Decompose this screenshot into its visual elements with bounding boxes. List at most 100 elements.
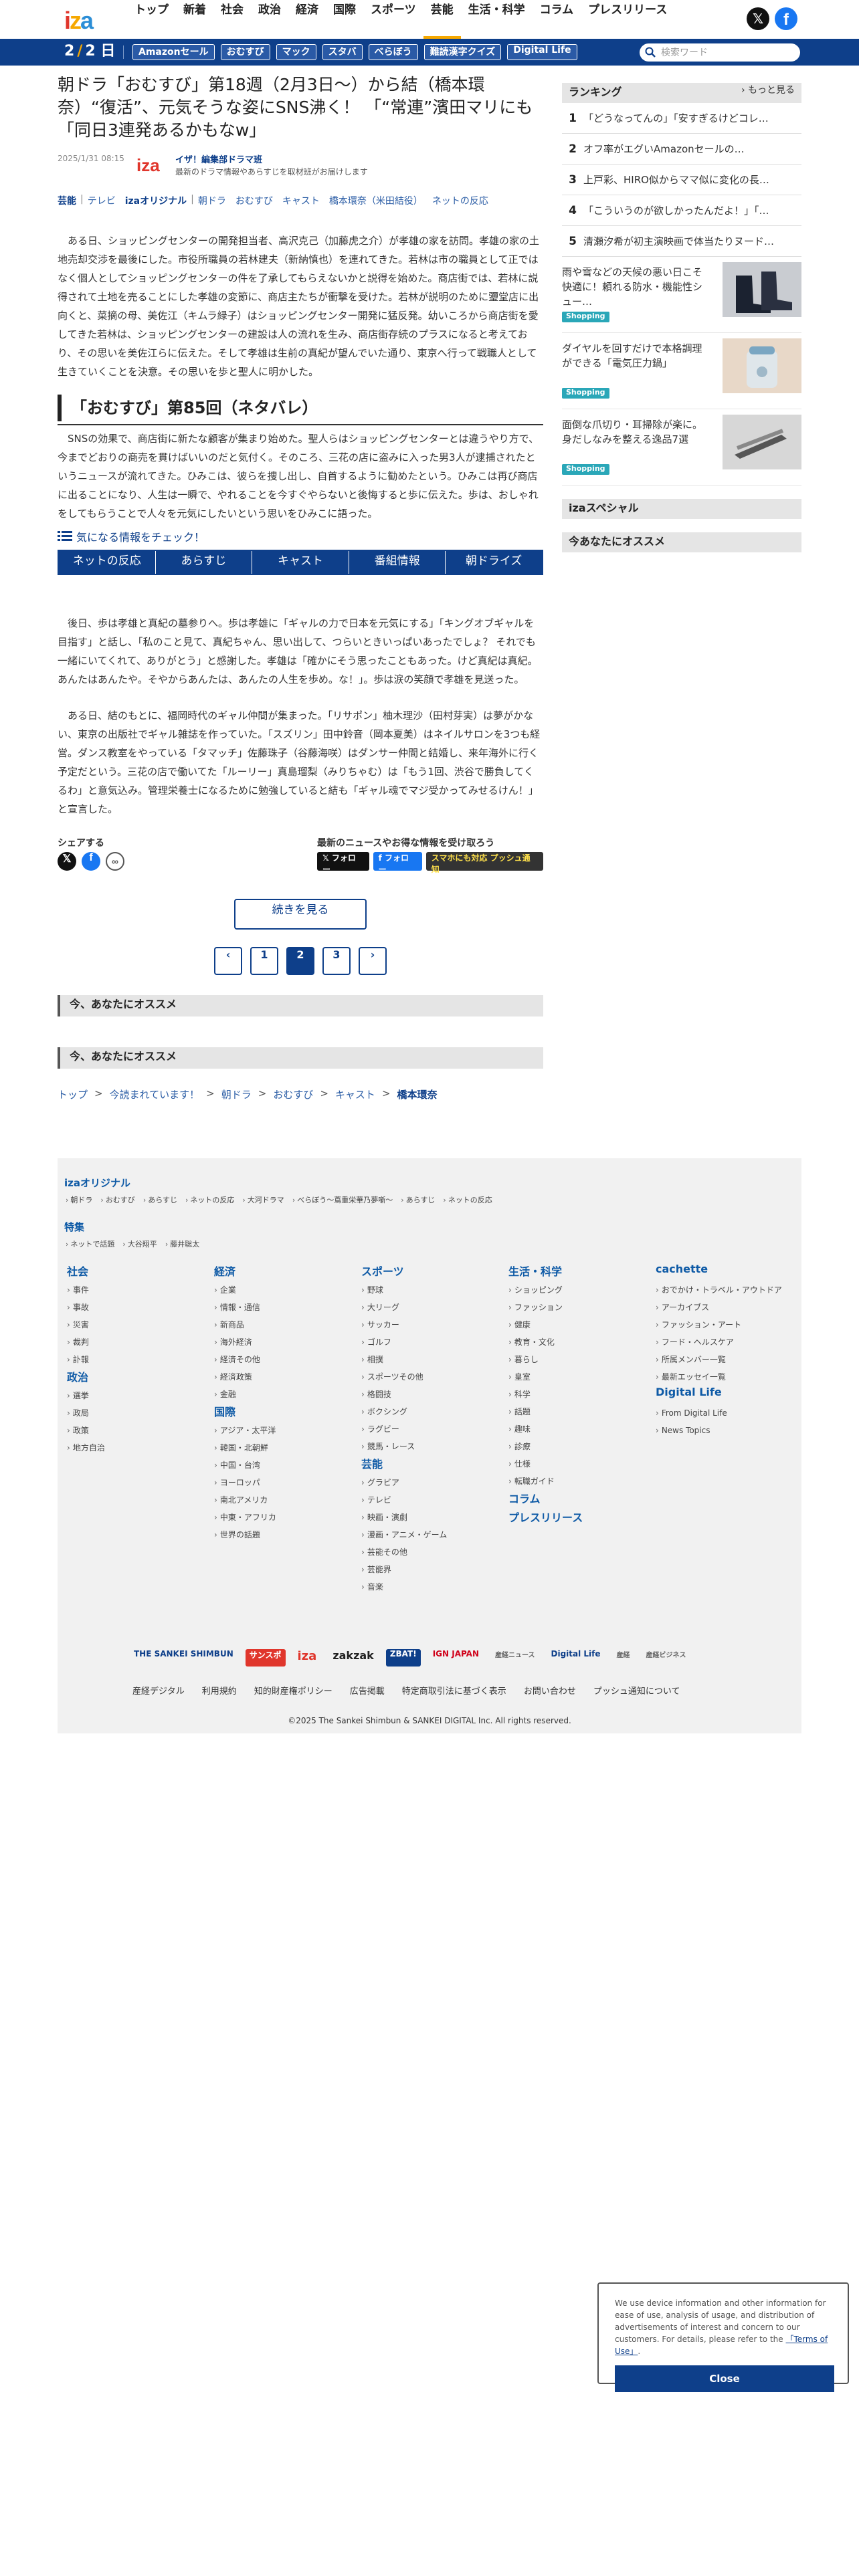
footer-item[interactable]: 政策 xyxy=(67,1422,207,1439)
tab-synopsis[interactable]: あらすじ xyxy=(156,551,253,574)
footer-iza-original-title[interactable]: izaオリジナル xyxy=(64,1176,130,1190)
footer-link[interactable]: ネットで話題 xyxy=(66,1239,114,1249)
breadcrumb-cast[interactable]: キャスト xyxy=(335,1087,375,1101)
page-2-current[interactable]: 2 xyxy=(286,947,314,975)
footer-item[interactable]: 音楽 xyxy=(361,1578,502,1596)
brand-sankei-news[interactable]: 産経ニュース xyxy=(491,1649,539,1667)
legal-link[interactable]: プッシュ通知について xyxy=(593,1684,680,1697)
footer-item[interactable]: テレビ xyxy=(361,1491,502,1509)
brand-ign-japan[interactable]: IGN JAPAN xyxy=(429,1649,483,1667)
footer-item[interactable]: 南北アメリカ xyxy=(214,1491,355,1509)
footer-item[interactable]: From Digital Life xyxy=(656,1404,796,1422)
nav-sports[interactable]: スポーツ xyxy=(363,0,423,39)
footer-item[interactable]: ボクシング xyxy=(361,1403,502,1420)
nav-life-science[interactable]: 生活・科学 xyxy=(461,0,533,39)
push-notification-button[interactable]: スマホにも対応 プッシュ通知 xyxy=(425,852,543,874)
footer-item[interactable]: 災害 xyxy=(67,1316,207,1333)
nav-press-release[interactable]: プレスリリース xyxy=(581,0,674,39)
legal-link[interactable]: 広告掲載 xyxy=(350,1684,385,1697)
promo-item[interactable]: ダイヤルを回すだけで本格調理ができる「電気圧力鍋」 Shopping xyxy=(562,333,801,409)
page-1[interactable]: 1 xyxy=(250,947,278,975)
nav-column[interactable]: コラム xyxy=(533,0,581,39)
author-name[interactable]: イザ！編集部ドラマ班 xyxy=(175,152,262,165)
share-x-icon[interactable]: 𝕏 xyxy=(58,852,76,871)
breadcrumb-omusubi[interactable]: おむすび xyxy=(273,1087,313,1101)
promo-item[interactable]: 面倒な爪切り・耳掃除が楽に。身だしなみを整える逸品7選 Shopping xyxy=(562,409,801,486)
follow-facebook-button[interactable]: f フォロー xyxy=(373,852,422,874)
search-input[interactable] xyxy=(661,45,795,60)
search-icon[interactable] xyxy=(645,47,656,58)
footer-item[interactable]: サッカー xyxy=(361,1316,502,1333)
footer-special-title[interactable]: 特集 xyxy=(64,1220,84,1234)
ranking-item[interactable]: 2 オフ率がエグいAmazonセールの… xyxy=(562,134,801,165)
footer-item[interactable]: 企業 xyxy=(214,1281,355,1299)
footer-item[interactable]: フード・ヘルスケア xyxy=(656,1333,796,1351)
footer-item[interactable]: 政局 xyxy=(67,1404,207,1422)
footer-item[interactable]: News Topics xyxy=(656,1422,796,1439)
footer-item[interactable]: 新商品 xyxy=(214,1316,355,1333)
footer-item[interactable]: 所属メンバー一覧 xyxy=(656,1351,796,1368)
footer-item[interactable]: グラビア xyxy=(361,1474,502,1491)
brand-digital-life[interactable]: Digital Life xyxy=(547,1649,605,1667)
footer-item[interactable]: アジア・太平洋 xyxy=(214,1422,355,1439)
share-link-icon[interactable]: ∞ xyxy=(106,852,124,871)
x-icon[interactable]: 𝕏 xyxy=(747,7,769,30)
legal-link[interactable]: 知的財産権ポリシー xyxy=(254,1684,332,1697)
footer-item[interactable]: おでかけ・トラベル・アウトドア xyxy=(656,1281,796,1299)
page-3[interactable]: 3 xyxy=(322,947,351,975)
tab-net-reaction[interactable]: ネットの反応 xyxy=(59,551,156,574)
footer-item[interactable]: 韓国・北朝鮮 xyxy=(214,1439,355,1457)
footer-link[interactable]: 大谷翔平 xyxy=(122,1239,157,1249)
tag-starbucks[interactable]: スタバ xyxy=(322,44,363,60)
nav-new[interactable]: 新着 xyxy=(176,0,213,39)
footer-item[interactable]: 最新エッセイ一覧 xyxy=(656,1368,796,1386)
footer-item[interactable]: 暮らし xyxy=(508,1351,649,1368)
footer-item[interactable]: 地方自治 xyxy=(67,1439,207,1457)
footer-item[interactable]: ヨーロッパ xyxy=(214,1474,355,1491)
promo-item[interactable]: 雨や雪などの天候の悪い日こそ快適に！頼れる防水・機能性シュー… Shopping xyxy=(562,257,801,333)
footer-item[interactable]: 皇室 xyxy=(508,1368,649,1386)
footer-item[interactable]: ファッション xyxy=(508,1299,649,1316)
footer-item[interactable]: 選挙 xyxy=(67,1387,207,1404)
tag-tv[interactable]: テレビ xyxy=(88,194,116,207)
tag-cast[interactable]: キャスト xyxy=(282,194,320,207)
footer-item[interactable]: 映画・演劇 xyxy=(361,1509,502,1526)
footer-heading[interactable]: 芸能 xyxy=(361,1455,502,1474)
footer-item[interactable]: 情報・通信 xyxy=(214,1299,355,1316)
legal-link[interactable]: 特定商取引法に基づく表示 xyxy=(402,1684,506,1697)
footer-item[interactable]: 健康 xyxy=(508,1316,649,1333)
footer-item[interactable]: 経済その他 xyxy=(214,1351,355,1368)
legal-link[interactable]: お問い合わせ xyxy=(524,1684,576,1697)
tag-hashimoto-kanna[interactable]: 橋本環奈（米田結役） xyxy=(329,194,423,207)
nav-politics[interactable]: 政治 xyxy=(251,0,288,39)
brand-iza[interactable]: iza xyxy=(294,1649,321,1667)
footer-item[interactable]: ショッピング xyxy=(508,1281,649,1299)
footer-item[interactable]: ゴルフ xyxy=(361,1333,502,1351)
footer-item[interactable]: 競馬・レース xyxy=(361,1438,502,1455)
footer-link[interactable]: ネットの反応 xyxy=(185,1194,234,1205)
breadcrumb-trending[interactable]: 今読まれています！ xyxy=(110,1087,200,1101)
legal-link[interactable]: 利用規約 xyxy=(202,1684,237,1697)
footer-item[interactable]: 相撲 xyxy=(361,1351,502,1368)
facebook-icon[interactable]: f xyxy=(775,7,797,30)
footer-link[interactable]: おむすび xyxy=(100,1194,135,1205)
tag-omusubi[interactable]: おむすび xyxy=(220,44,270,60)
footer-link[interactable]: 藤井聡太 xyxy=(165,1239,199,1249)
footer-heading[interactable]: 政治 xyxy=(67,1368,207,1387)
legal-link[interactable]: 産経デジタル xyxy=(132,1684,185,1697)
next-page-button[interactable]: › xyxy=(359,947,387,975)
tag-kanji-quiz[interactable]: 難読漢字クイズ xyxy=(423,44,502,60)
footer-item[interactable]: スポーツその他 xyxy=(361,1368,502,1386)
footer-item[interactable]: ファッション・アート xyxy=(656,1316,796,1333)
footer-item[interactable]: 中国・台湾 xyxy=(214,1457,355,1474)
footer-item[interactable]: 話題 xyxy=(508,1403,649,1420)
footer-item[interactable]: 科学 xyxy=(508,1386,649,1403)
tag-iza-original[interactable]: izaオリジナル xyxy=(125,194,187,207)
footer-item[interactable]: 経済政策 xyxy=(214,1368,355,1386)
footer-link[interactable]: あらすじ xyxy=(401,1194,436,1205)
footer-item[interactable]: 趣味 xyxy=(508,1420,649,1438)
tab-program-info[interactable]: 番組情報 xyxy=(349,551,446,574)
nav-world[interactable]: 国際 xyxy=(326,0,363,39)
footer-heading[interactable]: コラム xyxy=(508,1490,649,1509)
footer-heading[interactable]: 生活・科学 xyxy=(508,1263,649,1281)
